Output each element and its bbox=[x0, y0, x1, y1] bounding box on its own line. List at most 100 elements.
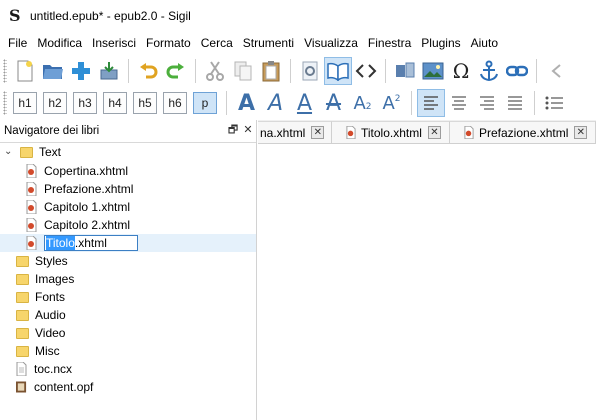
add-file-icon[interactable] bbox=[67, 57, 95, 85]
toolbar-separator bbox=[226, 91, 227, 115]
heading-h4-button[interactable]: h4 bbox=[101, 90, 129, 116]
align-justify-icon[interactable] bbox=[501, 89, 529, 117]
tree-folder-video[interactable]: Video bbox=[0, 324, 256, 342]
menu-aiuto[interactable]: Aiuto bbox=[466, 33, 503, 53]
menu-finestra[interactable]: Finestra bbox=[363, 33, 416, 53]
tree-folder-text[interactable]: ⌄ Text bbox=[0, 143, 256, 161]
code-view-icon[interactable] bbox=[352, 57, 380, 85]
tree-file-prefazione[interactable]: Prefazione.xhtml bbox=[0, 180, 256, 198]
save-icon[interactable] bbox=[95, 57, 123, 85]
heading-h2-button[interactable]: h2 bbox=[41, 90, 69, 116]
opf-file-icon bbox=[16, 381, 27, 393]
tree-file-content-opf[interactable]: content.opf bbox=[0, 378, 256, 396]
tree-folder-fonts[interactable]: Fonts bbox=[0, 288, 256, 306]
tree-folder-styles[interactable]: Styles bbox=[0, 252, 256, 270]
bullet-list-icon[interactable] bbox=[540, 89, 568, 117]
menu-file[interactable]: File bbox=[3, 33, 32, 53]
book-browser-header: Navigatore dei libri 🗗 ✕ bbox=[0, 120, 256, 142]
preview-icon[interactable] bbox=[296, 57, 324, 85]
italic-button[interactable]: A bbox=[261, 89, 290, 117]
book-browser-title: Navigatore dei libri bbox=[4, 125, 100, 137]
subscript-glyph: A bbox=[353, 92, 366, 114]
align-center-icon[interactable] bbox=[445, 89, 473, 117]
underline-button[interactable]: A bbox=[290, 89, 319, 117]
xhtml-file-icon bbox=[26, 164, 37, 178]
bold-button[interactable]: A bbox=[232, 89, 261, 117]
metadata-editor-icon[interactable] bbox=[391, 57, 419, 85]
toolbar-grip[interactable] bbox=[3, 59, 7, 83]
main-toolbar: Ω bbox=[0, 54, 596, 88]
toolbar-separator bbox=[290, 59, 291, 83]
subscript-button[interactable]: A2 bbox=[348, 89, 377, 117]
folder-icon bbox=[16, 327, 29, 339]
close-tab-icon[interactable]: ✕ bbox=[311, 126, 325, 139]
tree-folder-misc[interactable]: Misc bbox=[0, 342, 256, 360]
heading-h1-button[interactable]: h1 bbox=[11, 90, 39, 116]
cut-icon[interactable] bbox=[201, 57, 229, 85]
tree-file-capitolo-1[interactable]: Capitolo 1.xhtml bbox=[0, 198, 256, 216]
insert-image-icon[interactable] bbox=[419, 57, 447, 85]
back-icon[interactable] bbox=[542, 57, 570, 85]
menu-modifica[interactable]: Modifica bbox=[32, 33, 87, 53]
align-left-icon[interactable] bbox=[417, 89, 445, 117]
menu-formato[interactable]: Formato bbox=[141, 33, 196, 53]
heading-h5-button[interactable]: h5 bbox=[131, 90, 159, 116]
title-bar: S untitled.epub* - epub2.0 - Sigil bbox=[0, 0, 596, 32]
editor-tab-bar: na.xhtml ✕ Titolo.xhtml ✕ Prefazione.xht… bbox=[258, 120, 596, 144]
folder-icon bbox=[16, 345, 29, 357]
menu-visualizza[interactable]: Visualizza bbox=[299, 33, 363, 53]
tree-file-renaming[interactable]: Titolo .xhtml bbox=[0, 234, 256, 252]
toolbar-grip[interactable] bbox=[3, 91, 7, 115]
tree-file-toc[interactable]: toc.ncx bbox=[0, 360, 256, 378]
heading-h3-button[interactable]: h3 bbox=[71, 90, 99, 116]
undo-icon[interactable] bbox=[134, 57, 162, 85]
menu-inserisci[interactable]: Inserisci bbox=[87, 33, 141, 53]
tree-item-label: Text bbox=[39, 145, 62, 159]
tree-item-label: toc.ncx bbox=[34, 362, 73, 376]
copy-icon[interactable] bbox=[229, 57, 257, 85]
tree-item-label: Fonts bbox=[35, 290, 66, 304]
chevron-down-icon[interactable]: ⌄ bbox=[4, 147, 14, 157]
tree-folder-audio[interactable]: Audio bbox=[0, 306, 256, 324]
book-tree: ⌄ Text Copertina.xhtml Prefazione.xhtml … bbox=[0, 142, 256, 420]
svg-text:Ω: Ω bbox=[453, 60, 470, 82]
superscript-glyph: A bbox=[382, 92, 395, 114]
redo-icon[interactable] bbox=[162, 57, 190, 85]
xhtml-file-icon bbox=[26, 236, 37, 250]
close-panel-icon[interactable]: ✕ bbox=[242, 124, 254, 136]
heading-h6-button[interactable]: h6 bbox=[161, 90, 189, 116]
rename-input[interactable]: Titolo .xhtml bbox=[44, 235, 138, 251]
tab-label: Titolo.xhtml bbox=[361, 125, 422, 140]
strikethrough-button[interactable]: A bbox=[319, 89, 348, 117]
insert-special-char-icon[interactable]: Ω bbox=[447, 57, 475, 85]
italic-glyph: A bbox=[267, 90, 284, 116]
menu-strumenti[interactable]: Strumenti bbox=[238, 33, 299, 53]
insert-id-icon[interactable] bbox=[475, 57, 503, 85]
paragraph-p-button[interactable]: p bbox=[191, 90, 219, 116]
close-tab-icon[interactable]: ✕ bbox=[574, 126, 588, 139]
book-view-icon[interactable] bbox=[324, 57, 352, 85]
align-right-icon[interactable] bbox=[473, 89, 501, 117]
tree-file-copertina[interactable]: Copertina.xhtml bbox=[0, 162, 256, 180]
menu-cerca[interactable]: Cerca bbox=[196, 33, 238, 53]
tree-item-label: Misc bbox=[35, 344, 60, 358]
editor-area[interactable] bbox=[258, 145, 596, 420]
tab-prefazione[interactable]: Prefazione.xhtml ✕ bbox=[450, 121, 596, 143]
insert-link-icon[interactable] bbox=[503, 57, 531, 85]
new-file-icon[interactable] bbox=[11, 57, 39, 85]
menu-plugins[interactable]: Plugins bbox=[416, 33, 465, 53]
tab-partial[interactable]: na.xhtml ✕ bbox=[258, 121, 332, 143]
heading-label: h6 bbox=[163, 92, 187, 114]
strikethrough-glyph: A bbox=[325, 90, 342, 116]
tree-file-capitolo-2[interactable]: Capitolo 2.xhtml bbox=[0, 216, 256, 234]
superscript-button[interactable]: A2 bbox=[377, 89, 406, 117]
paste-icon[interactable] bbox=[257, 57, 285, 85]
tree-folder-images[interactable]: Images bbox=[0, 270, 256, 288]
tab-titolo[interactable]: Titolo.xhtml ✕ bbox=[332, 121, 450, 143]
undock-icon[interactable]: 🗗 bbox=[227, 124, 239, 136]
tab-label: Prefazione.xhtml bbox=[479, 125, 569, 140]
open-folder-icon[interactable] bbox=[39, 57, 67, 85]
close-tab-icon[interactable]: ✕ bbox=[427, 126, 441, 139]
xhtml-file-icon bbox=[464, 126, 474, 139]
bold-glyph: A bbox=[237, 90, 256, 116]
